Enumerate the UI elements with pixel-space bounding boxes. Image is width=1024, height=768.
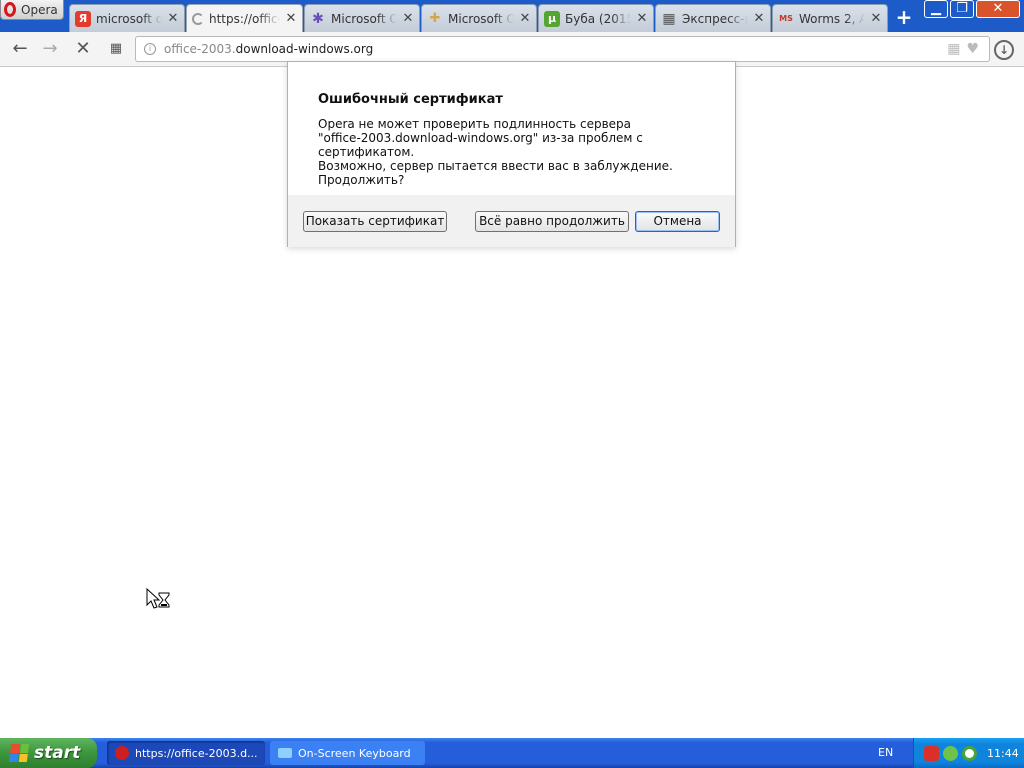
continue-anyway-button[interactable]: Всё равно продолжить <box>475 211 629 232</box>
taskbar-item-label: https://office-2003.d... <box>135 746 258 760</box>
close-tab-icon[interactable]: ✕ <box>753 12 765 25</box>
address-bar[interactable]: i office-2003.download-windows.org ▦ ♥ <box>135 36 990 62</box>
tab-microsoft-1[interactable]: ✱ Microsoft Office ✕ <box>304 4 420 32</box>
opera-menu-label: Opera <box>21 2 58 17</box>
speed-dial-grid-icon[interactable]: ▦ <box>106 39 126 59</box>
minimize-button[interactable]: ▁ <box>924 0 948 18</box>
utorrent-tray-icon[interactable] <box>962 745 977 761</box>
address-bar-actions: ▦ ♥ <box>947 41 979 57</box>
tab-title: Worms 2, Ar <box>799 11 865 26</box>
taskbar-item-label: On-Screen Keyboard <box>298 746 411 760</box>
tab-title: microsoft office <box>96 11 162 26</box>
close-tab-icon[interactable]: ✕ <box>285 12 297 25</box>
windows-taskbar: start https://office-2003.d... On-Screen… <box>0 738 1024 768</box>
puzzle-icon: ✚ <box>429 10 441 26</box>
dialog-message-line: Возможно, сервер пытается ввести вас в з… <box>318 159 673 173</box>
stash-grid-icon[interactable]: ▦ <box>947 41 960 57</box>
show-certificate-button[interactable]: Показать сертификат <box>303 211 447 232</box>
forward-arrow-icon[interactable]: → <box>40 39 60 59</box>
site-info-icon[interactable]: i <box>144 43 156 55</box>
close-tab-icon[interactable]: ✕ <box>167 12 179 25</box>
tab-title: Microsoft Office <box>331 11 397 26</box>
taskbar-item-keyboard[interactable]: On-Screen Keyboard <box>270 741 425 765</box>
tab-title: Буба (2015) <box>565 11 631 26</box>
tab-title: https://office-2003 <box>209 11 280 26</box>
tab-strip: Opera Я microsoft office ✕ https://offic… <box>0 0 1024 32</box>
tab-title: Microsoft Office <box>448 11 514 26</box>
busy-cursor-icon <box>146 588 170 609</box>
system-tray: 11:44 <box>913 738 1024 768</box>
tab-speed-dial[interactable]: ▦ Экспресс-панель ✕ <box>655 4 771 32</box>
address-text[interactable]: office-2003.download-windows.org <box>164 42 373 56</box>
loading-spinner-icon <box>192 12 204 25</box>
tab-current[interactable]: https://office-2003 ✕ <box>186 4 303 32</box>
dialog-message-line: "office-2003.download-windows.org" из-за… <box>318 131 643 159</box>
back-arrow-icon[interactable]: ← <box>10 39 30 59</box>
tab-microsoft-2[interactable]: ✚ Microsoft Office ✕ <box>421 4 537 32</box>
close-tab-icon[interactable]: ✕ <box>402 12 414 25</box>
opera-menu-button[interactable]: Opera <box>0 0 64 20</box>
dialog-message-line: Продолжить? <box>318 173 405 187</box>
windows-logo-icon <box>8 744 30 762</box>
language-indicator[interactable]: EN <box>878 746 893 759</box>
close-tab-icon[interactable]: ✕ <box>870 12 882 25</box>
new-tab-button[interactable]: + <box>893 6 915 28</box>
dialog-message-line: Opera не может проверить подлинность сер… <box>318 117 632 131</box>
stop-loading-icon[interactable]: ✕ <box>73 39 93 59</box>
dialog-message: Opera не может проверить подлинность сер… <box>318 117 718 187</box>
tab-title: Экспресс-панель <box>682 11 748 26</box>
speed-dial-icon: ▦ <box>662 10 676 27</box>
ms-icon: MS <box>779 13 793 23</box>
start-button[interactable]: start <box>0 738 97 768</box>
start-label: start <box>34 743 81 763</box>
yandex-icon: Я <box>75 10 91 27</box>
tab-buba[interactable]: μ Буба (2015) ✕ <box>538 4 654 32</box>
close-tab-icon[interactable]: ✕ <box>519 12 531 25</box>
close-window-button[interactable]: ✕ <box>976 0 1020 18</box>
keyboard-icon <box>278 748 292 758</box>
downloads-icon[interactable]: ↓ <box>994 40 1014 60</box>
opera-logo-icon <box>4 2 16 17</box>
microsoft-star-icon: ✱ <box>312 10 324 27</box>
utorrent-icon: μ <box>544 10 560 27</box>
certificate-error-dialog: Ошибочный сертификат Opera не может пров… <box>287 61 736 247</box>
taskbar-item-opera[interactable]: https://office-2003.d... <box>107 741 265 765</box>
tab-yandex[interactable]: Я microsoft office ✕ <box>69 4 185 32</box>
bookmark-heart-icon[interactable]: ♥ <box>966 41 979 57</box>
cancel-button[interactable]: Отмена <box>635 211 720 232</box>
opera-icon <box>115 746 129 760</box>
close-tab-icon[interactable]: ✕ <box>636 12 648 25</box>
restore-button[interactable]: ❐ <box>950 0 974 18</box>
security-shield-icon[interactable] <box>924 745 939 761</box>
dialog-title: Ошибочный сертификат <box>318 92 503 107</box>
clock: 11:44 <box>987 746 1019 760</box>
tab-worms[interactable]: MS Worms 2, Ar ✕ <box>772 4 888 32</box>
network-icon[interactable] <box>943 745 958 761</box>
